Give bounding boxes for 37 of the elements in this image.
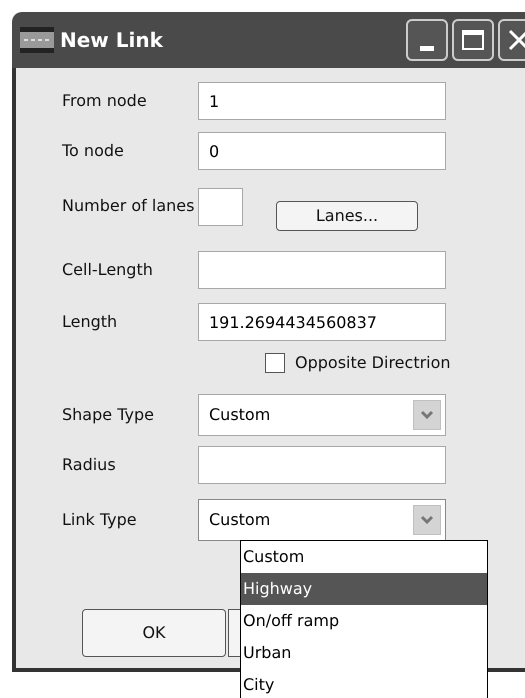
- input-field[interactable]: [198, 188, 243, 226]
- field-label: Shape Type: [61, 404, 155, 426]
- maximize-icon: [462, 30, 484, 50]
- dropdown-value: Custom: [208, 509, 270, 531]
- dropdown[interactable]: Custom: [198, 394, 446, 436]
- minimize-button[interactable]: [406, 19, 448, 61]
- checkbox-label: Opposite Directrion: [295, 352, 451, 374]
- minimize-icon: [420, 46, 434, 51]
- lanes-button[interactable]: Lanes...: [276, 201, 418, 231]
- input-field[interactable]: 1: [198, 82, 446, 120]
- input-field[interactable]: [198, 251, 446, 289]
- field-label: Link Type: [61, 509, 138, 531]
- field-label: Radius: [61, 454, 117, 476]
- input-field[interactable]: 191.2694434560837: [198, 303, 446, 341]
- chevron-down-icon[interactable]: [413, 505, 441, 535]
- dropdown[interactable]: Custom: [198, 499, 446, 541]
- field-label: Number of lanes: [61, 195, 196, 217]
- dropdown-option[interactable]: City: [241, 669, 487, 698]
- ok-button[interactable]: OK: [82, 609, 226, 657]
- window-icon: [20, 25, 54, 55]
- dropdown-value: Custom: [208, 404, 270, 426]
- dropdown-option[interactable]: Highway: [241, 573, 487, 605]
- maximize-button[interactable]: [452, 19, 494, 61]
- dropdown-option[interactable]: Urban: [241, 637, 487, 669]
- checkbox[interactable]: [265, 353, 285, 373]
- field-label: Length: [61, 311, 118, 333]
- close-icon: [508, 29, 525, 51]
- input-field[interactable]: 0: [198, 132, 446, 170]
- field-label: From node: [61, 90, 148, 112]
- field-label: Cell-Length: [61, 259, 154, 281]
- field-label: To node: [61, 140, 125, 162]
- window-title: New Link: [60, 27, 163, 54]
- dropdown-option[interactable]: On/off ramp: [241, 605, 487, 637]
- dropdown-option[interactable]: Custom: [241, 541, 487, 573]
- input-field[interactable]: [198, 446, 446, 484]
- chevron-down-icon[interactable]: [413, 400, 441, 430]
- partly-hidden-button[interactable]: [228, 609, 240, 657]
